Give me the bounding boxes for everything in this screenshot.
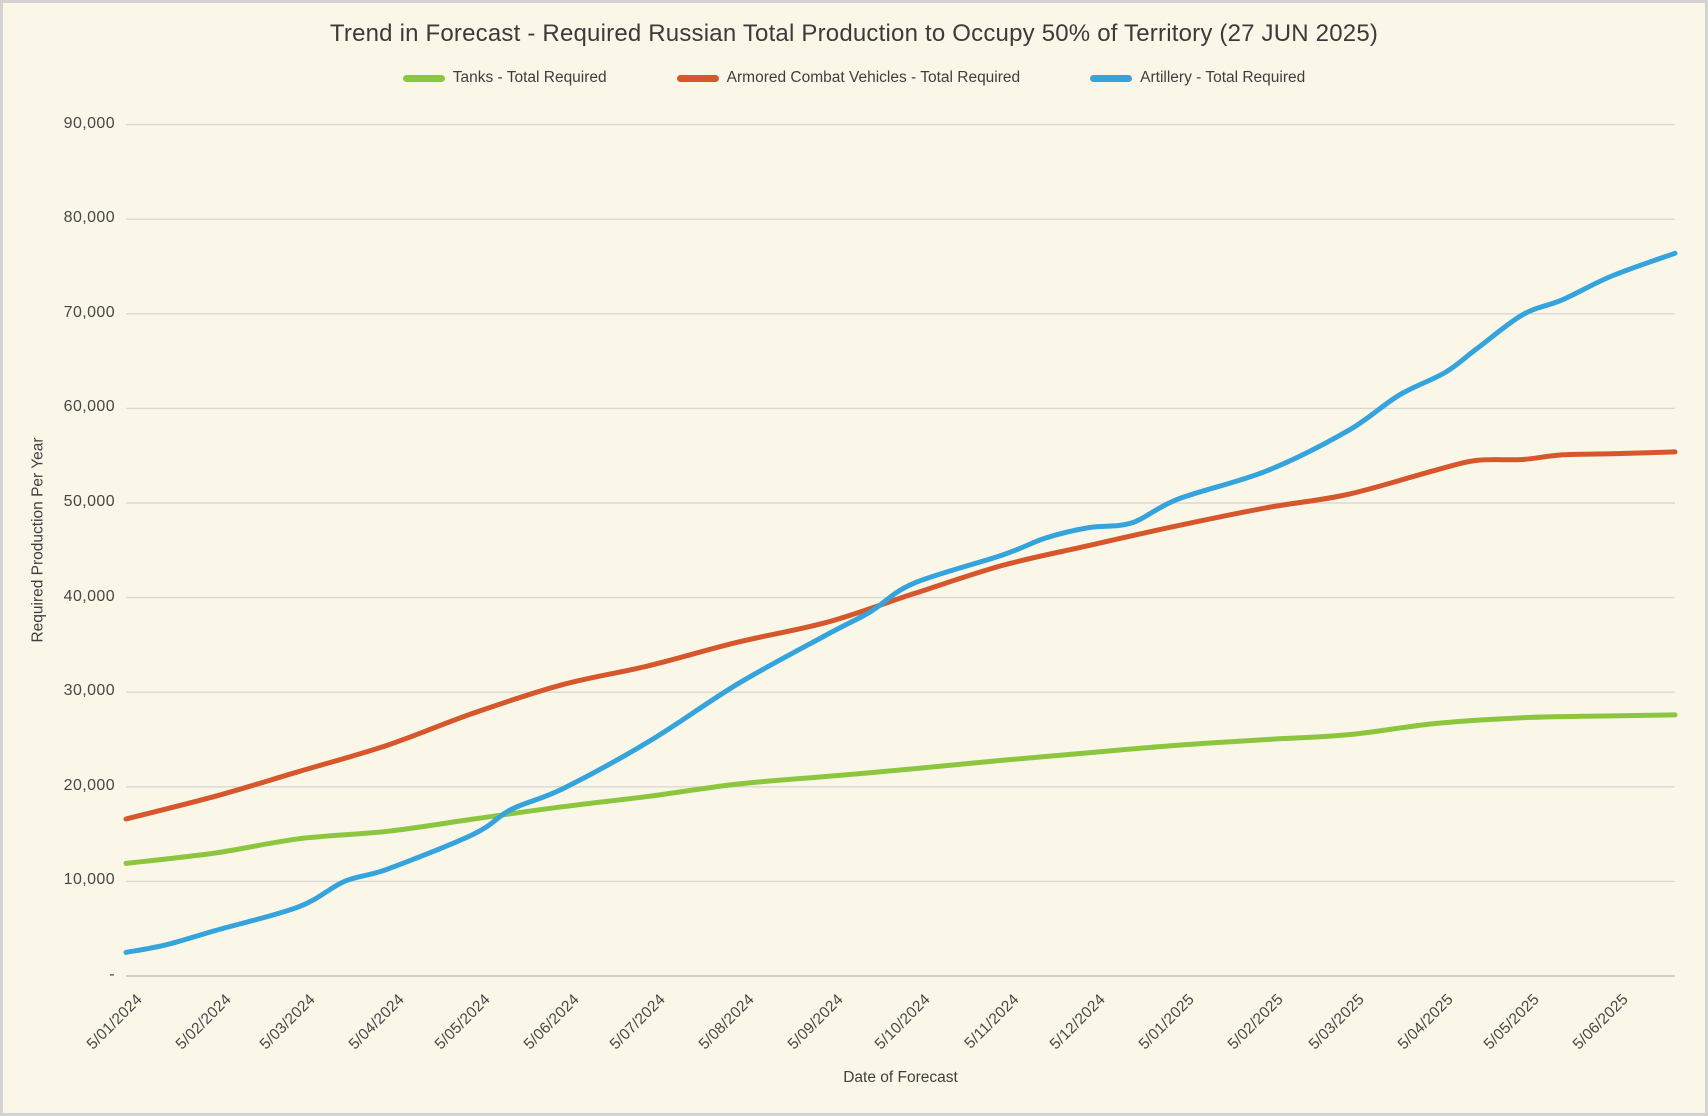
y-tick-label: 40,000 xyxy=(23,588,115,606)
y-tick-label: - xyxy=(23,966,115,984)
gridlines xyxy=(126,125,1675,976)
y-tick-label: 20,000 xyxy=(23,777,115,795)
y-tick-label: 30,000 xyxy=(23,682,115,700)
y-tick-label: 90,000 xyxy=(23,115,115,133)
y-tick-label: 70,000 xyxy=(23,304,115,322)
x-axis-title: Date of Forecast xyxy=(126,1069,1675,1087)
y-tick-label: 60,000 xyxy=(23,398,115,416)
y-tick-label: 80,000 xyxy=(23,209,115,227)
series-line-tanks xyxy=(126,715,1675,864)
chart-frame: Trend in Forecast - Required Russian Tot… xyxy=(0,0,1708,1116)
series-lines xyxy=(126,253,1675,952)
series-line-armored xyxy=(126,452,1675,819)
y-tick-label: 50,000 xyxy=(23,493,115,511)
y-tick-label: 10,000 xyxy=(23,871,115,889)
plot-area xyxy=(3,3,1708,1116)
series-line-artillery xyxy=(126,253,1675,952)
